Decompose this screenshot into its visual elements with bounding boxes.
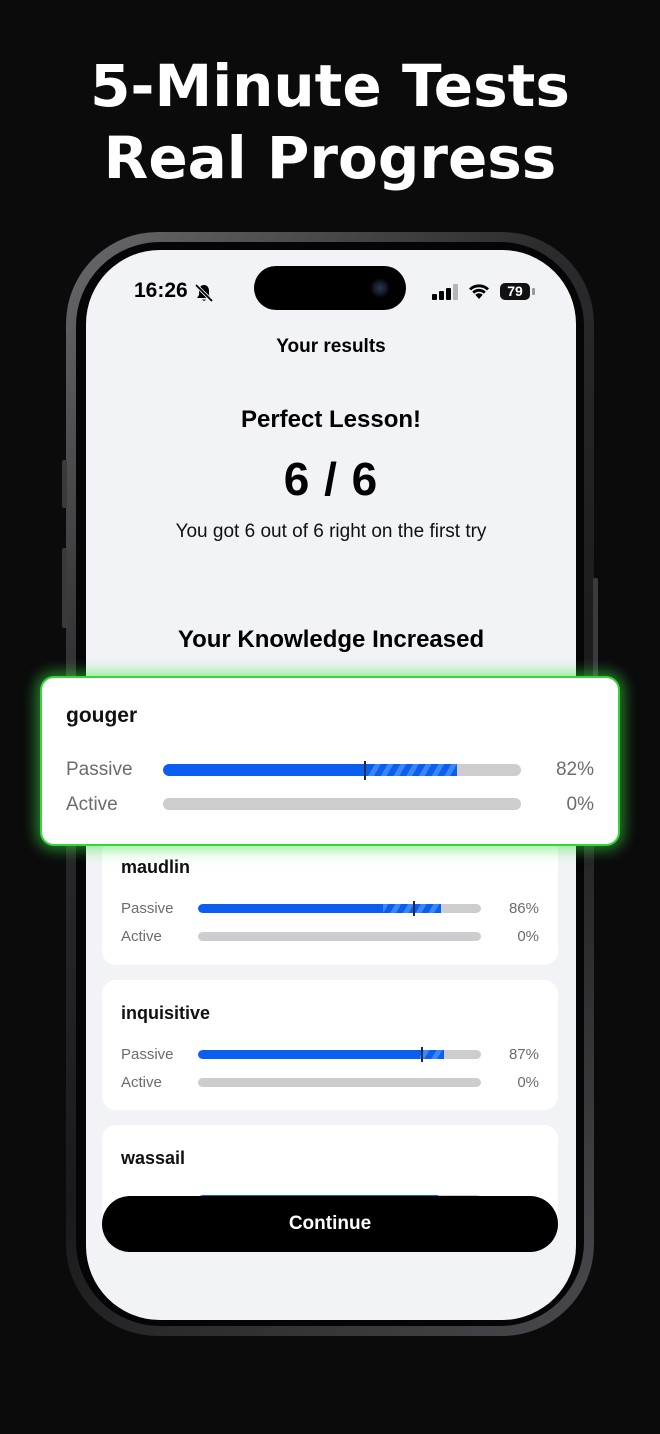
result-heading: Perfect Lesson! — [240, 406, 422, 433]
section-title: Your Knowledge Increased — [177, 626, 485, 653]
action-button — [62, 460, 67, 508]
camera-icon — [370, 278, 390, 298]
passive-previous-marker — [421, 1047, 423, 1062]
passive-percent: 87% — [508, 1046, 539, 1063]
active-progress-bar — [198, 1078, 481, 1087]
battery-tip — [532, 288, 535, 295]
cellular-signal-icon — [432, 284, 458, 300]
word-card: maudlin Passive 86% Active 0% — [102, 838, 558, 965]
screen-title: Your results — [276, 336, 386, 357]
continue-button[interactable]: Continue — [102, 1196, 558, 1252]
power-button — [593, 578, 598, 688]
word-label: gouger — [66, 704, 138, 727]
passive-label: Passive — [121, 1046, 174, 1063]
passive-progress-bar — [163, 764, 521, 776]
word-label: inquisitive — [121, 1003, 211, 1023]
passive-previous-marker — [413, 901, 415, 916]
word-label: wassail — [121, 1148, 186, 1168]
score: 6 / 6 — [283, 453, 379, 505]
passive-label: Passive — [121, 900, 174, 917]
passive-previous-marker — [364, 761, 366, 780]
active-progress-bar — [198, 932, 481, 941]
active-percent: 0% — [517, 1074, 539, 1091]
headline-line-2: Real Progress — [103, 124, 557, 192]
active-label: Active — [121, 928, 162, 945]
passive-progress-bar — [198, 904, 481, 913]
active-label: Active — [66, 794, 118, 815]
active-label: Active — [121, 1074, 162, 1091]
promo-headline: 5-Minute Tests Real Progress — [0, 50, 660, 194]
passive-label: Passive — [66, 759, 133, 780]
passive-progress-bar — [198, 1050, 481, 1059]
dynamic-island — [254, 266, 406, 310]
passive-progress-fill — [163, 764, 457, 776]
headline-line-1: 5-Minute Tests — [90, 52, 570, 120]
word-label: maudlin — [121, 857, 191, 877]
score-subtitle: You got 6 out of 6 right on the first tr… — [175, 521, 487, 542]
passive-progress-fill — [198, 904, 442, 913]
word-card: inquisitive Passive 87% Active 0% — [102, 980, 558, 1110]
passive-progress-fill — [198, 1050, 445, 1059]
highlighted-word-card: gouger Passive 82% Active 0% — [40, 676, 620, 846]
active-progress-bar — [163, 798, 521, 810]
active-percent: 0% — [566, 794, 594, 815]
muted-bell-icon — [194, 283, 214, 303]
passive-percent: 86% — [508, 900, 539, 917]
battery-indicator: 79 — [500, 283, 530, 300]
volume-up-button — [62, 548, 67, 628]
status-time: 16:26 — [134, 279, 188, 302]
active-percent: 0% — [517, 928, 539, 945]
passive-percent: 82% — [555, 759, 594, 780]
wifi-icon — [469, 284, 489, 299]
